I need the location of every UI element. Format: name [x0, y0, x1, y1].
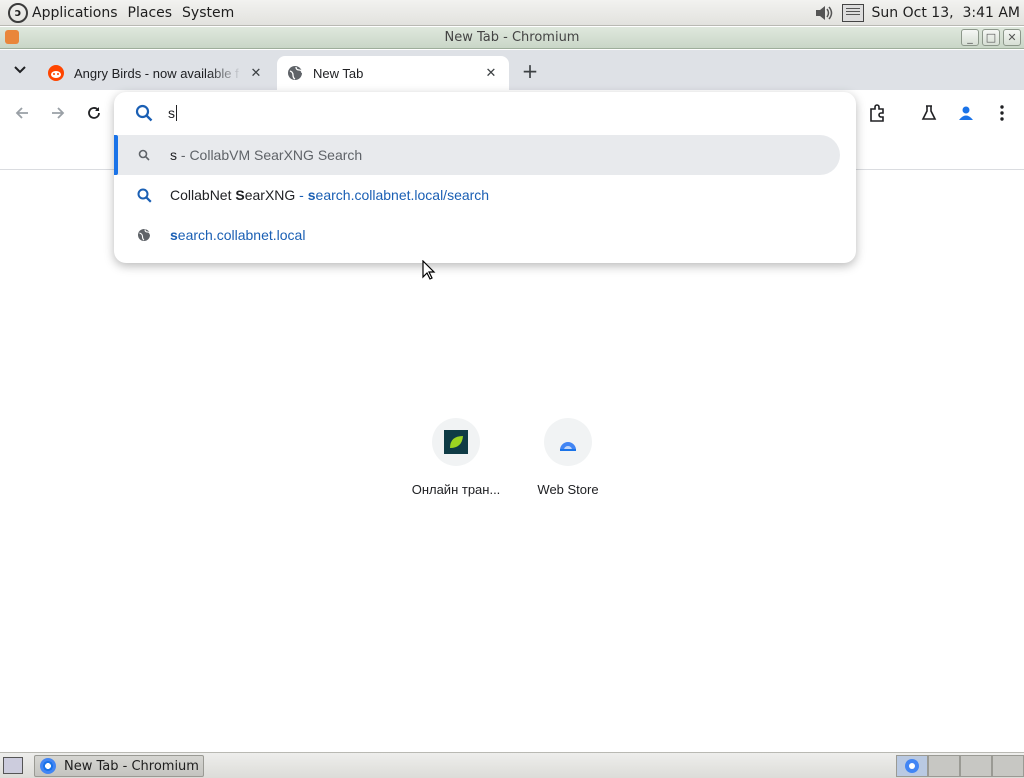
tab-strip: Angry Birds - now available f ✕ New Tab …: [0, 50, 1024, 90]
menu-button[interactable]: [990, 101, 1014, 125]
suggestion-url-collabnet[interactable]: search.collabnet.local: [114, 215, 840, 255]
bottom-panel: New Tab - Chromium: [0, 752, 1024, 778]
shortcut-label: Онлайн тран...: [411, 482, 501, 497]
labs-button[interactable]: [917, 101, 941, 125]
suggestion-url-match: s: [307, 187, 316, 203]
workspace-3[interactable]: [960, 755, 992, 777]
clock[interactable]: Sun Oct 13, 3:41 AM: [872, 5, 1020, 21]
maximize-button[interactable]: □: [982, 29, 1000, 46]
new-tab-button[interactable]: +: [518, 59, 542, 83]
places-menu-label: Places: [127, 4, 173, 21]
suggestion-search-collabvm[interactable]: s - CollabVM SearXNG Search: [114, 135, 840, 175]
chromium-icon: [905, 759, 919, 773]
taskbar-chromium-button[interactable]: New Tab - Chromium: [34, 755, 204, 777]
shortcut-tile[interactable]: Web Store: [512, 418, 624, 497]
workspace-switcher: [896, 755, 1024, 777]
workspace-2[interactable]: [928, 755, 960, 777]
system-menu[interactable]: System: [177, 0, 239, 26]
forward-button[interactable]: [46, 101, 70, 125]
places-menu[interactable]: Places: [123, 0, 178, 26]
suggestion-query: s: [170, 147, 177, 163]
suggestion-url: earch.collabnet.local/search: [315, 187, 490, 203]
chevron-down-icon: [14, 66, 26, 74]
chromium-icon: [40, 758, 56, 774]
suggestion-title-post: earXNG: [244, 187, 296, 203]
search-icon: [135, 104, 153, 122]
gnome-foot-icon: ↄ: [8, 2, 28, 23]
show-desktop-icon[interactable]: [3, 757, 23, 774]
chromium-app-icon: [5, 30, 19, 44]
arrow-right-icon: [52, 107, 65, 119]
extensions-button[interactable]: [865, 101, 889, 125]
suggestion-title-match: S: [235, 187, 245, 203]
arrow-left-icon: [15, 107, 28, 119]
globe-icon: [136, 227, 152, 243]
search-icon: [136, 187, 152, 203]
taskbar-label: New Tab - Chromium: [64, 758, 199, 774]
top-panel: ↄ Applications Places System Sun Oct 13,…: [0, 0, 1024, 26]
network-icon[interactable]: [841, 4, 864, 22]
person-icon: [959, 106, 973, 120]
shortcut-tile[interactable]: Онлайн тран...: [400, 418, 512, 497]
tab-new-tab[interactable]: New Tab ✕: [277, 56, 509, 90]
minimize-button[interactable]: _: [961, 29, 979, 46]
more-vert-icon: [1000, 105, 1004, 121]
web-store-icon: [560, 442, 576, 451]
tab-close-icon[interactable]: ✕: [483, 65, 499, 81]
tab-label: Angry Birds - now available f: [74, 65, 239, 81]
tab-close-icon[interactable]: ✕: [248, 65, 264, 81]
shortcut-icon-bg: [544, 418, 592, 466]
profile-button[interactable]: [954, 101, 978, 125]
tab-angry-birds[interactable]: Angry Birds - now available f ✕: [38, 56, 274, 90]
reload-icon: [88, 107, 100, 119]
puzzle-icon: [870, 104, 884, 122]
tab-label: New Tab: [313, 65, 364, 81]
suggestion-url-match: s: [170, 227, 178, 243]
suggestion-separator: -: [295, 187, 308, 203]
shortcut-label: Web Store: [537, 482, 599, 497]
system-menu-label: System: [182, 4, 235, 21]
mouse-pointer-icon: [422, 260, 436, 280]
flask-icon: [921, 105, 937, 120]
workspace-1[interactable]: [896, 755, 928, 777]
volume-icon[interactable]: [814, 4, 834, 22]
globe-icon: [287, 65, 303, 81]
suggestion-url: earch.collabnet.local: [177, 227, 306, 243]
workspace-4[interactable]: [992, 755, 1024, 777]
suggestion-description: - CollabVM SearXNG Search: [177, 147, 363, 163]
shortcut-icon-bg: [432, 418, 480, 466]
search-icon: [136, 147, 152, 163]
tab-search-button[interactable]: [8, 58, 32, 82]
applications-menu[interactable]: ↄ Applications: [0, 0, 123, 26]
suggestion-collabnet-searxng[interactable]: CollabNet SearXNG - search.collabnet.loc…: [114, 175, 840, 215]
omnibox-input[interactable]: s: [168, 105, 177, 121]
omnibox[interactable]: s: [114, 92, 856, 134]
text-caret: [176, 105, 177, 121]
green-leaf-tile-icon: [444, 430, 468, 454]
window-title: New Tab - Chromium: [444, 30, 580, 45]
reddit-icon: [48, 65, 64, 81]
window-titlebar[interactable]: New Tab - Chromium _ □ ✕: [0, 27, 1024, 49]
reload-button[interactable]: [82, 101, 106, 125]
close-window-button[interactable]: ✕: [1003, 29, 1021, 46]
applications-menu-label: Applications: [32, 4, 118, 21]
suggestion-title-pre: CollabNet: [170, 187, 236, 203]
back-button[interactable]: [10, 101, 34, 125]
omnibox-dropdown: s s - CollabVM SearXNG Search CollabNet …: [114, 92, 856, 263]
